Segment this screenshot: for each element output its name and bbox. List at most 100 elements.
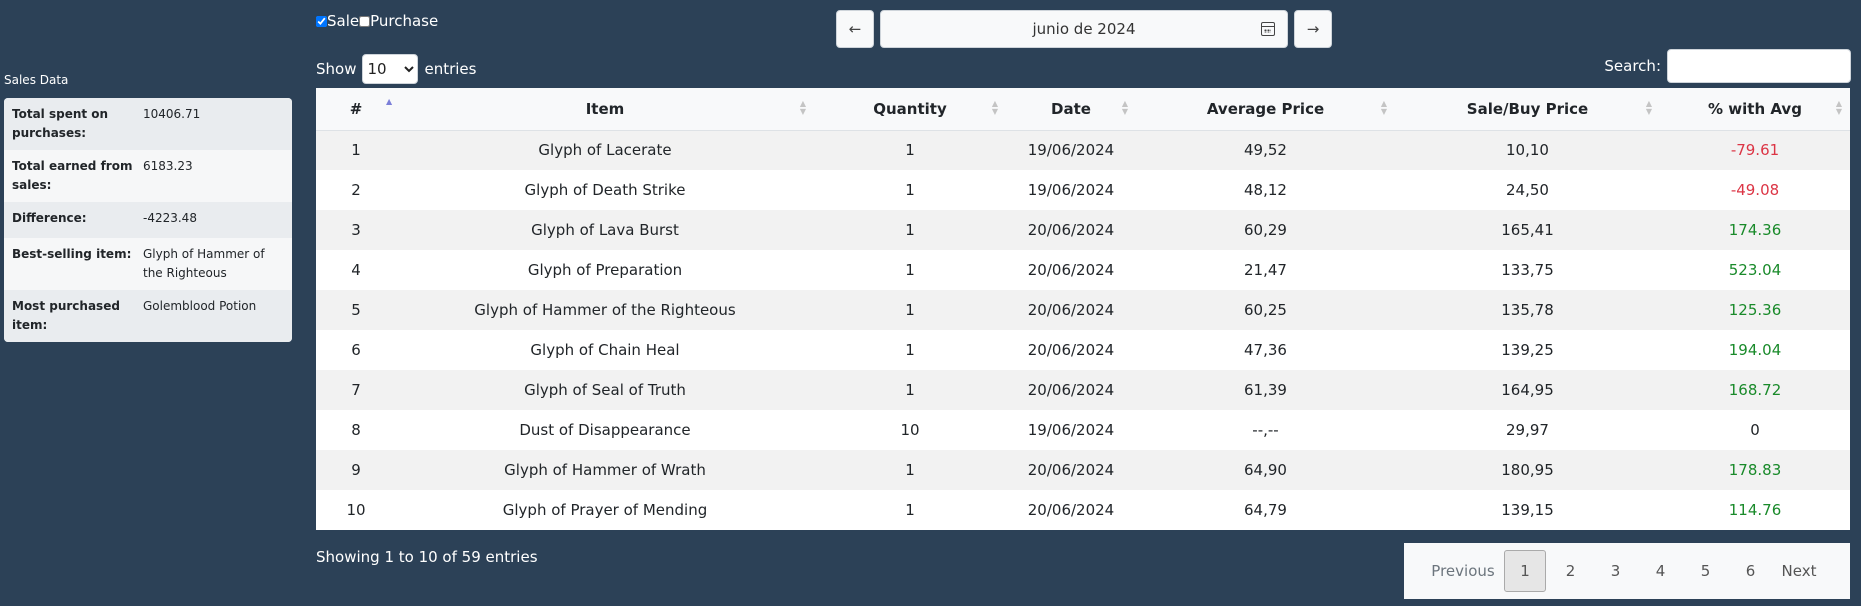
table-row[interactable]: 5 Glyph of Hammer of the Righteous 1 20/06/… [316,290,1850,330]
table-row[interactable]: 3 Glyph of Lava Burst 1 20/06/2024 60,29 165,… [316,210,1850,250]
sales-data-title: Sales Data [4,73,69,87]
sort-icon: ▲ ▼ [799,99,806,116]
summary-value: Glyph of Hammer of the Righteous [143,247,265,280]
arrow-left-icon: ← [848,20,862,38]
table-row[interactable]: 8 Dust of Disappearance 10 19/06/2024 --,-- 2… [316,410,1850,450]
pagination-previous[interactable]: Previous [1422,550,1504,592]
entries-length-control: Show 10 entries [316,54,476,84]
summary-row-total-earned: Total earned from sales: 6183.23 [4,150,292,202]
cell-quantity: 1 [905,501,915,519]
sales-summary-panel: Total spent on purchases: 10406.71 Total… [4,98,292,342]
cell-percent-with-avg: 168.72 [1728,381,1782,399]
previous-month-button[interactable]: ← [836,10,874,48]
cell-percent-with-avg: 178.83 [1728,461,1782,479]
show-label: Show [316,60,357,78]
cell-quantity: 1 [905,261,915,279]
column-header-label: Item [585,99,625,118]
cell-date: 20/06/2024 [1027,261,1115,279]
cell-item: Glyph of Prayer of Mending [502,501,708,519]
cell-sale-buy-price: 139,15 [1501,501,1554,519]
cell-number: 10 [346,501,366,519]
column-header-percent-with-avg[interactable]: % with Avg ▲ ▼ [1660,88,1850,131]
month-picker[interactable]: junio de 2024 [880,10,1288,48]
cell-item: Glyph of Lacerate [538,141,672,160]
sort-asc-icon: ▲ [386,97,393,106]
pagination-page[interactable]: 3 [1593,550,1638,592]
summary-value: -4223.48 [143,211,197,225]
table-row[interactable]: 2 Glyph of Death Strike 1 19/06/2024 48,12 24… [316,170,1850,210]
pagination-next[interactable]: Next [1773,550,1825,592]
sale-checkbox[interactable] [316,15,327,27]
table-row[interactable]: 4 Glyph of Preparation 1 20/06/2024 21,47 133… [316,250,1850,290]
cell-item: Glyph of Death Strike [524,181,686,199]
table-row[interactable]: 10 Glyph of Prayer of Mending 1 20/06/2024 6… [316,490,1850,530]
cell-number: 7 [351,381,361,399]
entries-per-page-select[interactable]: 10 [362,54,419,84]
cell-number: 5 [351,301,361,319]
cell-average-price: --,-- [1252,421,1279,439]
cell-average-price: 49,52 [1244,141,1287,160]
cell-number: 8 [351,421,361,439]
column-header-average-price[interactable]: Average Price ▲ ▼ [1136,88,1395,131]
summary-value: 10406.71 [143,107,201,121]
cell-item: Glyph of Lava Burst [531,221,679,239]
cell-number: 4 [351,261,361,279]
cell-item: Glyph of Hammer of Wrath [504,461,706,479]
table-search: Search: [1604,49,1851,83]
cell-percent-with-avg: 194.04 [1728,341,1782,359]
table-row[interactable]: 7 Glyph of Seal of Truth 1 20/06/2024 61,39 1… [316,370,1850,410]
cell-quantity: 1 [905,141,915,160]
pagination-page[interactable]: 2 [1548,550,1593,592]
calendar-icon[interactable] [1261,22,1275,36]
search-input[interactable] [1667,49,1851,83]
column-header-label: Sale/Buy Price [1466,99,1589,118]
cell-quantity: 10 [900,421,920,439]
cell-average-price: 21,47 [1244,261,1287,279]
sort-icon: ▲ ▼ [991,99,998,116]
pagination-page[interactable]: 6 [1728,550,1773,592]
table-row[interactable]: 9 Glyph of Hammer of Wrath 1 20/06/2024 64,9… [316,450,1850,490]
pagination-page[interactable]: 1 [1504,550,1546,592]
sort-icon: ▲ ▼ [1121,99,1128,116]
cell-number: 3 [351,221,361,239]
cell-date: 20/06/2024 [1027,381,1115,399]
cell-average-price: 64,79 [1244,501,1287,519]
table-row[interactable]: 1 Glyph of Lacerate 1 19/06/2024 49,52 10,10 -… [316,130,1850,170]
cell-sale-buy-price: 165,41 [1501,221,1554,239]
pagination-page[interactable]: 5 [1683,550,1728,592]
cell-item: Glyph of Hammer of the Righteous [474,301,736,319]
pagination-page[interactable]: 4 [1638,550,1683,592]
column-header-sale-buy-price[interactable]: Sale/Buy Price ▲ ▼ [1395,88,1660,131]
month-navigation: ← junio de 2024 → [836,10,1332,48]
purchase-filter[interactable]: Purchase [359,12,438,30]
table-header-row: # ▲ Item ▲ ▼ Quantity ▲ ▼ Date ▲ ▼ Average … [316,88,1850,131]
column-header-number[interactable]: # ▲ [316,88,396,131]
summary-value: Golemblood Potion [143,299,257,313]
cell-average-price: 47,36 [1244,341,1287,359]
sale-label: Sale [327,12,360,30]
type-filters: Sale Purchase [316,12,438,30]
cell-date: 20/06/2024 [1027,501,1115,519]
cell-number: 6 [351,341,361,359]
cell-item: Glyph of Preparation [527,261,683,279]
table-info: Showing 1 to 10 of 59 entries [316,548,538,566]
next-month-button[interactable]: → [1294,10,1332,48]
sale-filter[interactable]: Sale [316,12,359,30]
cell-date: 20/06/2024 [1027,301,1115,319]
summary-label: Total spent on purchases: [12,107,109,140]
column-header-label: Quantity [873,99,947,118]
sort-icon: ▲ ▼ [1835,99,1842,116]
cell-sale-buy-price: 10,10 [1506,141,1549,160]
cell-percent-with-avg: -79.61 [1730,141,1780,160]
summary-label: Best-selling item: [12,247,132,261]
cell-sale-buy-price: 164,95 [1501,381,1554,399]
table-row[interactable]: 6 Glyph of Chain Heal 1 20/06/2024 47,36 139,… [316,330,1850,370]
purchase-checkbox[interactable] [359,15,371,27]
cell-average-price: 64,90 [1244,461,1287,479]
summary-label: Most purchased item: [12,299,120,332]
column-header-quantity[interactable]: Quantity ▲ ▼ [814,88,1006,131]
cell-quantity: 1 [905,341,915,359]
column-header-item[interactable]: Item ▲ ▼ [396,88,814,131]
cell-percent-with-avg: 0 [1750,421,1760,439]
column-header-date[interactable]: Date ▲ ▼ [1006,88,1136,131]
